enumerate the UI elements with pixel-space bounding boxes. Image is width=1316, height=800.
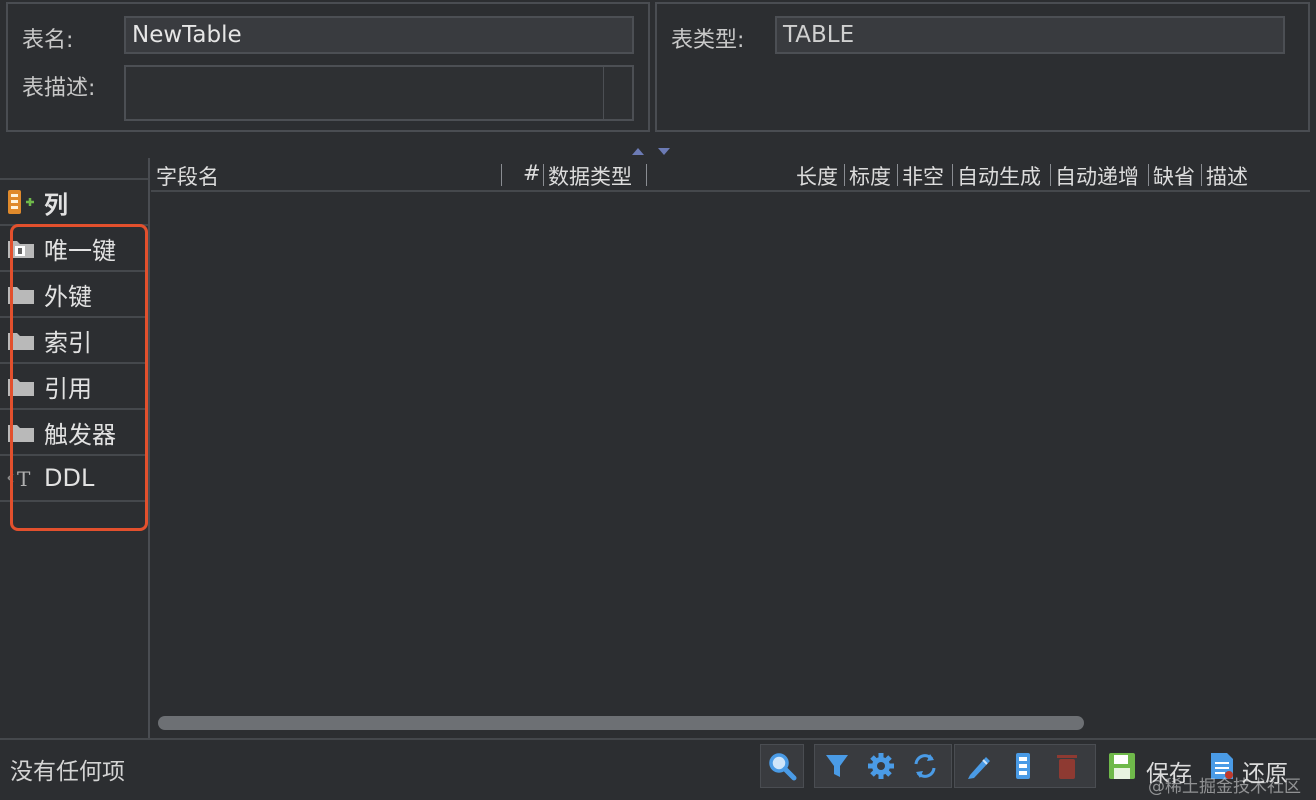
table-desc-field[interactable] (124, 65, 634, 121)
table-type-label: 表类型: (671, 28, 745, 53)
folder-icon (6, 420, 36, 444)
column-header[interactable]: 字段名 (156, 161, 219, 191)
watermark-text: @稀土掘金技术社区 (1148, 777, 1301, 797)
column-header[interactable]: 自动生成 (957, 161, 1041, 191)
table-name-label: 表名: (22, 28, 74, 53)
tree-item-label: 列 (44, 190, 68, 219)
tree-item-label: DDL (44, 464, 95, 492)
column-separator[interactable] (1148, 164, 1149, 186)
delete-button[interactable] (1051, 750, 1083, 782)
filter-icon (826, 755, 848, 777)
status-bar: 没有任何项 保存 还原 (0, 738, 1316, 800)
column-header[interactable]: # (523, 161, 541, 185)
folder-icon (6, 282, 36, 306)
trash-icon (1057, 755, 1077, 779)
desc-scrollbar[interactable] (603, 67, 604, 119)
search-toolbar (760, 744, 804, 788)
tree-item-label: 触发器 (44, 420, 116, 449)
column-header[interactable]: 非空 (902, 161, 944, 191)
svg-text:T: T (17, 467, 31, 490)
grid-header: 字段名 # 数据类型 长度 标度 非空 自动生成 自动递增 缺省 描述 (151, 158, 1310, 192)
column-header[interactable]: 自动递增 (1055, 161, 1139, 191)
refresh-icon (914, 754, 936, 778)
tree-item-foreign-keys[interactable]: 外键 (0, 270, 148, 316)
unique-key-icon (6, 236, 36, 260)
column-list-icon (1016, 753, 1030, 779)
column-header[interactable]: 描述 (1206, 161, 1248, 191)
scrollbar-thumb[interactable] (158, 716, 1084, 730)
folder-icon (6, 328, 36, 352)
settings-button[interactable] (865, 750, 897, 782)
horizontal-scrollbar[interactable] (151, 708, 1310, 734)
tree-item-label: 引用 (44, 374, 92, 403)
column-separator[interactable] (1201, 164, 1202, 186)
splitter-handle[interactable] (630, 142, 674, 155)
gear-icon (868, 753, 894, 779)
tree-item-label: 唯一键 (44, 236, 116, 265)
column-separator[interactable] (844, 164, 845, 186)
tree-item-columns[interactable]: 列 (0, 178, 148, 224)
filter-button[interactable] (821, 750, 853, 782)
tree-item-triggers[interactable]: 触发器 (0, 408, 148, 454)
column-separator[interactable] (543, 164, 544, 186)
tree-item-references[interactable]: 引用 (0, 362, 148, 408)
folder-icon (6, 374, 36, 398)
column-separator[interactable] (1050, 164, 1051, 186)
table-name-field[interactable]: NewTable (124, 16, 634, 54)
table-type-panel: 表类型: TABLE (655, 2, 1310, 132)
tree-item-unique-keys[interactable]: 唯一键 (0, 224, 148, 270)
column-separator[interactable] (952, 164, 953, 186)
search-icon (769, 753, 797, 781)
column-header[interactable]: 标度 (849, 161, 891, 191)
object-tree: 列 唯一键 外键 索引 引用 触发器 T DDL (0, 158, 150, 738)
column-header[interactable]: 数据类型 (548, 161, 632, 191)
edit-toolbar (954, 744, 1096, 788)
table-desc-label: 表描述: (22, 76, 96, 101)
table-type-field[interactable]: TABLE (775, 16, 1285, 54)
tree-item-label: 索引 (44, 328, 92, 357)
column-separator[interactable] (501, 164, 502, 186)
status-message: 没有任何项 (10, 759, 125, 785)
table-editor: 表名: NewTable 表描述: 表类型: TABLE 列 唯一键 外键 索引… (0, 0, 1316, 800)
search-button[interactable] (766, 750, 798, 782)
column-header[interactable]: 缺省 (1153, 161, 1195, 191)
column-separator[interactable] (897, 164, 898, 186)
pencil-icon (968, 757, 990, 779)
column-separator[interactable] (646, 164, 647, 186)
ddl-icon: T (6, 466, 36, 490)
column-header[interactable]: 长度 (796, 161, 838, 191)
tree-item-ddl[interactable]: T DDL (0, 454, 148, 502)
refresh-button[interactable] (909, 750, 941, 782)
add-column-button[interactable] (1007, 750, 1039, 782)
save-icon (1106, 750, 1138, 782)
view-toolbar (814, 744, 952, 788)
columns-add-icon (6, 190, 36, 214)
edit-button[interactable] (963, 750, 995, 782)
tree-item-label: 外键 (44, 282, 92, 311)
table-props-panel: 表名: NewTable 表描述: (6, 2, 650, 132)
columns-grid: 字段名 # 数据类型 长度 标度 非空 自动生成 自动递增 缺省 描述 (151, 158, 1310, 738)
tree-item-indexes[interactable]: 索引 (0, 316, 148, 362)
